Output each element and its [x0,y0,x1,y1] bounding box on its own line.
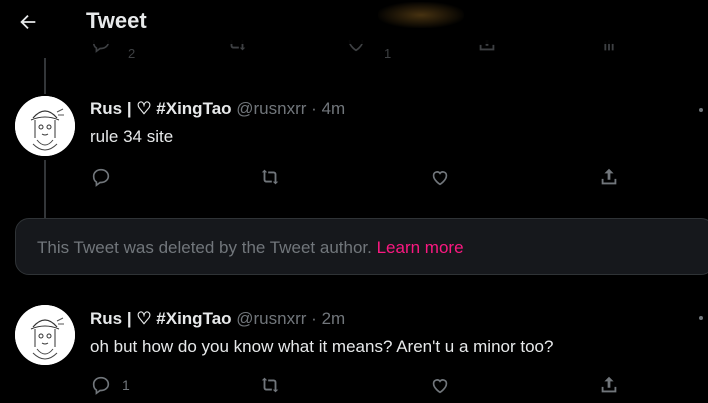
share-icon [601,168,617,185]
heart-icon [432,379,448,394]
tweet[interactable]: Rus | ♡ #XingTao @rusnxrr · 2m oh but ho… [0,304,708,403]
user-handle[interactable]: @rusnxrr [236,99,306,118]
timestamp[interactable]: 2m [322,309,346,328]
retweet-button[interactable] [259,166,281,188]
reply-button[interactable] [90,166,112,188]
page-title: Tweet [86,8,147,33]
separator: · [311,309,317,328]
share-icon [601,376,617,393]
heart-icon [432,171,448,186]
top-bar: Tweet [0,0,708,44]
retweet-icon [261,377,279,393]
user-handle[interactable]: @rusnxrr [236,309,306,328]
share-button[interactable] [598,374,620,396]
reply-count: 2 [128,46,136,61]
tweet-actions: 1 [90,374,630,398]
back-button[interactable] [14,8,42,36]
timestamp[interactable]: 4m [322,99,346,118]
tweet-header: Rus | ♡ #XingTao @rusnxrr · 2m [90,309,345,329]
more-options-icon[interactable] [699,108,703,112]
retweet-button[interactable] [259,374,281,396]
sketch-avatar-icon [15,305,75,365]
tweet-actions [90,166,630,190]
tweet[interactable]: Rus | ♡ #XingTao @rusnxrr · 4m rule 34 s… [0,94,708,198]
separator: · [311,99,317,118]
retweet-icon [261,169,279,185]
avatar[interactable] [15,305,75,365]
tweet-header: Rus | ♡ #XingTao @rusnxrr · 4m [90,99,345,119]
like-count: 1 [384,46,392,61]
reply-count: 1 [122,377,130,393]
display-name[interactable]: Rus | ♡ #XingTao [90,99,232,118]
share-button[interactable] [598,166,620,188]
deleted-notice-text: This Tweet was deleted by the Tweet auth… [37,238,464,258]
reply-button[interactable]: 1 [90,374,130,396]
arrow-left-icon [20,14,36,30]
display-name[interactable]: Rus | ♡ #XingTao [90,309,232,328]
tweet-text: oh but how do you know what it means? Ar… [90,337,554,356]
reply-icon [92,168,110,187]
header-glow [378,2,464,28]
tweet-text: rule 34 site [90,127,174,146]
reply-icon [92,376,110,395]
learn-more-link[interactable]: Learn more [377,238,464,257]
avatar[interactable] [15,96,75,156]
like-button[interactable] [429,166,451,188]
more-options-icon[interactable] [699,316,703,320]
sketch-avatar-icon [15,96,75,156]
deleted-tweet-notice: This Tweet was deleted by the Tweet auth… [15,218,708,275]
like-button[interactable] [429,374,451,396]
deleted-message: This Tweet was deleted by the Tweet auth… [37,238,372,257]
